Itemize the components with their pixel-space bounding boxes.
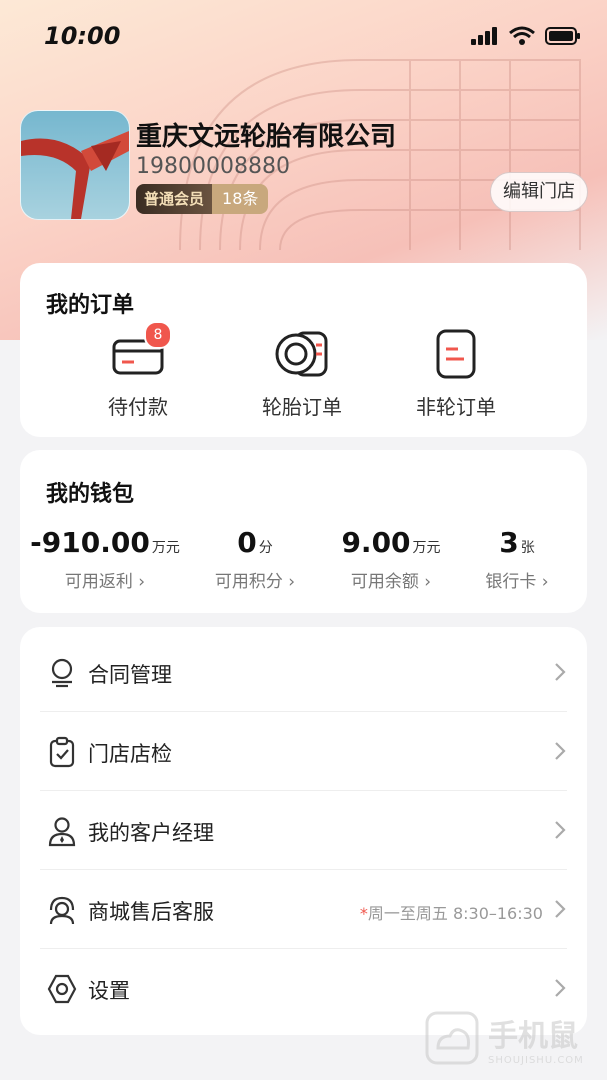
watermark-sub: SHOUJISHU.COM [488, 1054, 584, 1066]
status-time: 10:00 [44, 22, 121, 50]
rebate-label: 可用返利 › [64, 572, 146, 592]
order-non-tire[interactable]: 非轮订单 [396, 329, 516, 420]
wallet-title: 我的钱包 [46, 482, 135, 507]
order-tire[interactable]: 轮胎订单 [242, 329, 362, 420]
menu-card: 合同管理 门店店检 我的客户经理 商城售后客服 *周一至周五 8:30–16:3 [20, 627, 587, 1035]
bank-card-unit: 张 [520, 540, 535, 556]
wallet-rebate[interactable]: -910.00 万元 可用返利 › [30, 526, 180, 592]
watermark-text: 手机鼠 [488, 1018, 578, 1054]
wallet-card: 我的钱包 -910.00 万元 可用返利 › 0分 可用积分 › 9.00 万元 可… [20, 450, 587, 613]
bank-card-value: 3 [499, 526, 519, 559]
battery-icon [545, 27, 580, 45]
order-pending-label: 待付款 [108, 395, 168, 419]
points-value: 0 [237, 526, 257, 559]
profile-section: 重庆文远轮胎有限公司 19800008880 普通会员 18条 编辑门店 [20, 110, 590, 220]
card-icon: 8 [110, 321, 172, 379]
hint-star: * [359, 904, 368, 923]
bank-card-label: 银行卡 › [485, 572, 549, 592]
contract-icon [51, 658, 73, 688]
menu-contract-label: 合同管理 [88, 663, 172, 687]
status-icons [471, 26, 581, 46]
menu-store-inspection[interactable]: 门店店检 [40, 712, 567, 791]
checklist-icon [49, 736, 75, 768]
pending-count-badge: 8 [144, 321, 172, 349]
wallet-bank-card[interactable]: 3张 银行卡 › [442, 526, 592, 592]
company-name: 重庆文远轮胎有限公司 [136, 122, 397, 152]
tire-icon [274, 329, 330, 379]
chevron-right-icon [555, 742, 566, 760]
signal-icon [471, 27, 497, 45]
member-level: 普通会员 [136, 184, 213, 214]
chevron-right-icon [555, 663, 566, 681]
member-count: 18条 [212, 184, 269, 214]
wifi-icon [509, 26, 535, 45]
rebate-value: -910.00 [30, 526, 150, 559]
menu-contract[interactable]: 合同管理 [40, 633, 567, 712]
chevron-right-icon [555, 821, 566, 839]
chevron-right-icon [555, 979, 566, 997]
phone-number: 19800008880 [136, 154, 290, 179]
member-badge: 普通会员 18条 [136, 184, 269, 214]
settings-icon [47, 974, 77, 1004]
points-unit: 分 [258, 540, 273, 556]
orders-title: 我的订单 [46, 293, 135, 318]
menu-settings-label: 设置 [88, 979, 130, 1003]
document-icon [428, 329, 484, 379]
manager-icon [48, 817, 76, 847]
service-hours-text: 周一至周五 8:30–16:30 [367, 904, 543, 923]
orders-card: 我的订单 8 待付款 轮胎订单 非轮订单 [20, 263, 587, 437]
menu-store-inspection-label: 门店店检 [88, 742, 172, 766]
order-non-tire-label: 非轮订单 [416, 395, 496, 419]
balance-value: 9.00 [341, 526, 411, 559]
wallet-points[interactable]: 0分 可用积分 › [180, 526, 330, 592]
edit-store-button[interactable]: 编辑门店 [490, 172, 588, 212]
service-hours: *周一至周五 8:30–16:30 [360, 900, 543, 924]
chevron-right-icon [555, 900, 566, 918]
menu-customer-service[interactable]: 商城售后客服 *周一至周五 8:30–16:30 [40, 870, 567, 949]
order-pending-payment[interactable]: 8 待付款 [78, 321, 198, 420]
rebate-unit: 万元 [151, 540, 180, 556]
service-icon [49, 896, 75, 925]
store-avatar[interactable] [20, 110, 130, 220]
menu-account-manager-label: 我的客户经理 [88, 821, 214, 845]
watermark: 手机鼠 SHOUJISHU.COM [424, 1010, 584, 1066]
menu-account-manager[interactable]: 我的客户经理 [40, 791, 567, 870]
points-label: 可用积分 › [214, 572, 296, 592]
order-tire-label: 轮胎订单 [262, 395, 342, 419]
menu-customer-service-label: 商城售后客服 [88, 900, 214, 924]
balance-unit: 万元 [412, 540, 441, 556]
watermark-logo-icon [425, 1011, 479, 1065]
status-bar: 10:00 [0, 0, 607, 76]
avatar-image [21, 131, 129, 219]
